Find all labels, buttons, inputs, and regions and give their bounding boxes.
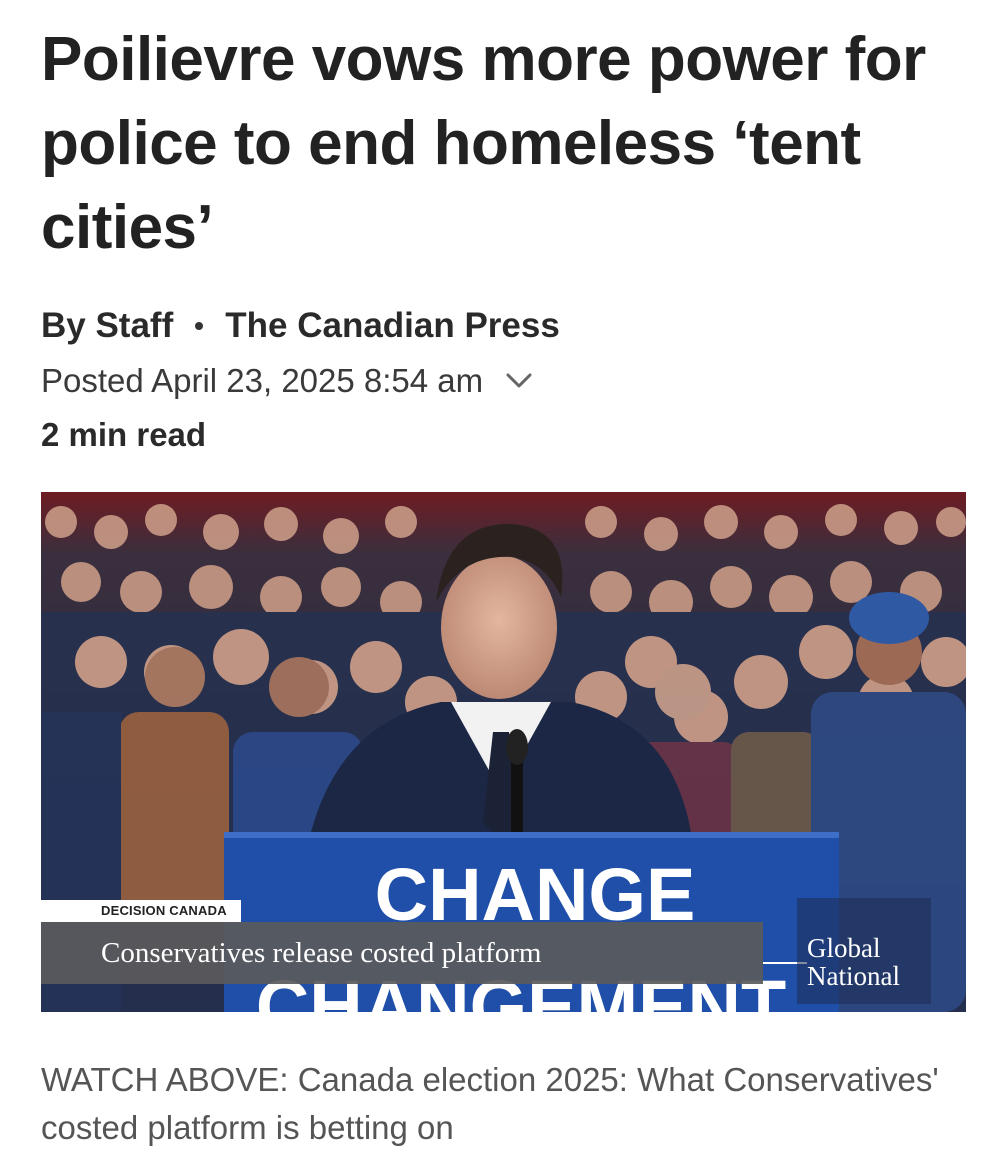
separator-dot [195, 322, 204, 330]
lower-third-tag: DECISION CANADA [41, 900, 241, 922]
byline: By Staff The Canadian Press [41, 306, 560, 346]
video-player[interactable]: CHANGE CHANGEMENT DECISION CANADA Conser… [41, 492, 966, 1012]
global-national-logo: Global National [797, 898, 931, 1004]
posted-date: Posted April 23, 2025 8:54 am [41, 362, 484, 399]
lower-third-title: Conservatives release costed platform [41, 922, 763, 984]
brand-line1: Global [807, 933, 881, 963]
author[interactable]: By Staff [41, 306, 173, 346]
read-time: 2 min read [41, 416, 207, 453]
video-caption: WATCH ABOVE: Canada election 2025: What … [41, 1061, 939, 1146]
headline: Poilievre vows more power for police to … [41, 25, 926, 262]
chevron-down-icon[interactable] [505, 371, 533, 391]
posted-date-row[interactable]: Posted April 23, 2025 8:54 am [41, 362, 533, 400]
brand-line2: National [807, 961, 900, 991]
outlet[interactable]: The Canadian Press [225, 306, 560, 346]
